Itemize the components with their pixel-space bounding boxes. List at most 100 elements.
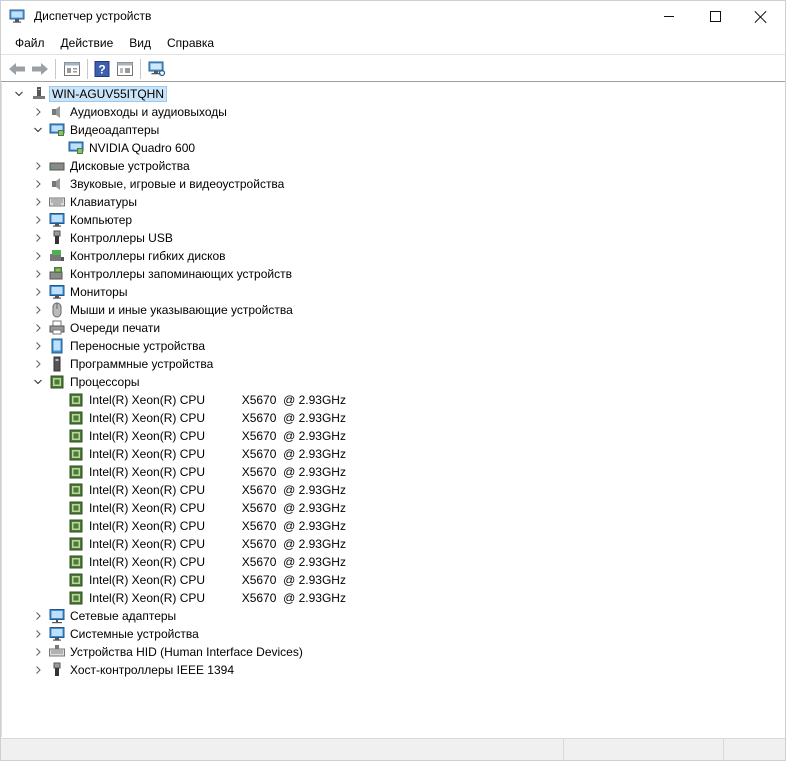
tree-category-node[interactable]: Контроллеры гибких дисков bbox=[2, 247, 502, 265]
expand-arrow-icon[interactable] bbox=[33, 251, 43, 261]
tree-device-node[interactable]: Intel(R) Xeon(R) CPU X5670 @ 2.93GHz bbox=[2, 553, 502, 571]
back-icon bbox=[9, 63, 25, 75]
tree-device-node[interactable]: Intel(R) Xeon(R) CPU X5670 @ 2.93GHz bbox=[2, 391, 502, 409]
expand-arrow-icon[interactable] bbox=[33, 647, 43, 657]
menu-bar: Файл Действие Вид Справка bbox=[1, 32, 785, 54]
expand-arrow-icon[interactable] bbox=[33, 611, 43, 621]
tree-category-label: Устройства HID (Human Interface Devices) bbox=[70, 645, 303, 659]
monitor-icon bbox=[49, 285, 65, 299]
device-manager-app-icon bbox=[9, 9, 25, 23]
device-tree[interactable]: WIN-AGUV55ITQHN Аудиовходы и аудиовыходы… bbox=[1, 83, 785, 737]
properties-icon bbox=[64, 62, 80, 76]
processor-icon bbox=[50, 375, 64, 389]
tree-category-label: Контроллеры запоминающих устройств bbox=[70, 267, 292, 281]
maximize-button[interactable] bbox=[692, 1, 738, 32]
cpu-child-icon bbox=[69, 447, 83, 461]
expand-arrow-icon[interactable] bbox=[33, 233, 43, 243]
tree-category-node[interactable]: Аудиовходы и аудиовыходы bbox=[2, 103, 502, 121]
tree-device-node[interactable]: Intel(R) Xeon(R) CPU X5670 @ 2.93GHz bbox=[2, 535, 502, 553]
tree-category-node[interactable]: Системные устройства bbox=[2, 625, 502, 643]
scan-hardware-button[interactable] bbox=[146, 58, 168, 80]
expand-arrow-icon[interactable] bbox=[33, 629, 43, 639]
status-bar-pane bbox=[723, 739, 785, 761]
tree-category-node[interactable]: Клавиатуры bbox=[2, 193, 502, 211]
help-button[interactable]: ? bbox=[91, 58, 113, 80]
properties-button[interactable] bbox=[61, 58, 83, 80]
close-button[interactable] bbox=[738, 1, 784, 32]
tree-device-label: Intel(R) Xeon(R) CPU X5670 @ 2.93GHz bbox=[89, 429, 346, 443]
tree-category-label: Мониторы bbox=[70, 285, 128, 299]
tree-category-node[interactable]: Хост-контроллеры IEEE 1394 bbox=[2, 661, 502, 679]
tree-category-label: Программные устройства bbox=[70, 357, 214, 371]
tree-category-label: Звуковые, игровые и видеоустройства bbox=[70, 177, 285, 191]
tree-device-node[interactable]: Intel(R) Xeon(R) CPU X5670 @ 2.93GHz bbox=[2, 571, 502, 589]
update-driver-button[interactable] bbox=[114, 58, 136, 80]
tree-device-node[interactable]: Intel(R) Xeon(R) CPU X5670 @ 2.93GHz bbox=[2, 481, 502, 499]
tree-category-label: Дисковые устройства bbox=[70, 159, 190, 173]
tree-category-node[interactable]: Контроллеры USB bbox=[2, 229, 502, 247]
minimize-button[interactable] bbox=[646, 1, 692, 32]
collapse-arrow-icon[interactable] bbox=[33, 377, 43, 387]
expand-arrow-icon[interactable] bbox=[33, 197, 43, 207]
tree-category-node[interactable]: Компьютер bbox=[2, 211, 502, 229]
menu-help[interactable]: Справка bbox=[159, 32, 222, 54]
tree-category-label: Мыши и иные указывающие устройства bbox=[70, 303, 293, 317]
tree-category-node[interactable]: Дисковые устройства bbox=[2, 157, 502, 175]
system-device-icon bbox=[49, 627, 65, 641]
expand-arrow-icon[interactable] bbox=[33, 341, 43, 351]
tree-device-label: Intel(R) Xeon(R) CPU X5670 @ 2.93GHz bbox=[89, 465, 346, 479]
menu-view[interactable]: Вид bbox=[121, 32, 159, 54]
menu-file[interactable]: Файл bbox=[7, 32, 53, 54]
back-button[interactable] bbox=[6, 58, 28, 80]
forward-button[interactable] bbox=[29, 58, 51, 80]
expand-arrow-icon[interactable] bbox=[33, 665, 43, 675]
sound-icon bbox=[52, 178, 60, 190]
tree-category-node[interactable]: Видеоадаптеры bbox=[2, 121, 502, 139]
tree-category-label: Переносные устройства bbox=[70, 339, 206, 353]
tree-category-node[interactable]: Звуковые, игровые и видеоустройства bbox=[2, 175, 502, 193]
cpu-child-icon bbox=[69, 573, 83, 587]
tree-category-node[interactable]: Переносные устройства bbox=[2, 337, 502, 355]
cpu-child-icon bbox=[69, 411, 83, 425]
status-bar bbox=[1, 738, 785, 761]
title-bar[interactable]: Диспетчер устройств bbox=[1, 1, 785, 32]
window-title: Диспетчер устройств bbox=[34, 9, 152, 23]
expand-arrow-icon[interactable] bbox=[33, 107, 43, 117]
expand-arrow-icon[interactable] bbox=[33, 359, 43, 369]
tree-category-node[interactable]: Программные устройства bbox=[2, 355, 502, 373]
expand-arrow-icon[interactable] bbox=[33, 215, 43, 225]
tree-category-node[interactable]: Устройства HID (Human Interface Devices) bbox=[2, 643, 502, 661]
gpu-child-icon bbox=[68, 141, 84, 154]
collapse-arrow-icon[interactable] bbox=[33, 125, 43, 135]
tree-category-node[interactable]: Контроллеры запоминающих устройств bbox=[2, 265, 502, 283]
expand-arrow-icon[interactable] bbox=[33, 305, 43, 315]
tree-category-node[interactable]: Сетевые адаптеры bbox=[2, 607, 502, 625]
tree-root-label: WIN-AGUV55ITQHN bbox=[49, 86, 168, 102]
tree-category-label: Клавиатуры bbox=[70, 195, 137, 209]
tree-device-node[interactable]: NVIDIA Quadro 600 bbox=[2, 139, 502, 157]
expand-arrow-icon[interactable] bbox=[33, 161, 43, 171]
expand-arrow-icon[interactable] bbox=[33, 269, 43, 279]
tree-category-label: Компьютер bbox=[70, 213, 133, 227]
tree-category-label: Системные устройства bbox=[70, 627, 199, 641]
menu-action[interactable]: Действие bbox=[53, 32, 122, 54]
tree-device-node[interactable]: Intel(R) Xeon(R) CPU X5670 @ 2.93GHz bbox=[2, 427, 502, 445]
collapse-arrow-icon[interactable] bbox=[14, 89, 24, 99]
tree-category-node[interactable]: Процессоры bbox=[2, 373, 502, 391]
tree-category-node[interactable]: Очереди печати bbox=[2, 319, 502, 337]
tree-device-node[interactable]: Intel(R) Xeon(R) CPU X5670 @ 2.93GHz bbox=[2, 589, 502, 607]
expand-arrow-icon[interactable] bbox=[33, 179, 43, 189]
tree-device-node[interactable]: Intel(R) Xeon(R) CPU X5670 @ 2.93GHz bbox=[2, 517, 502, 535]
toolbar: ? bbox=[1, 54, 785, 82]
expand-arrow-icon[interactable] bbox=[33, 323, 43, 333]
tree-device-node[interactable]: Intel(R) Xeon(R) CPU X5670 @ 2.93GHz bbox=[2, 463, 502, 481]
tree-category-node[interactable]: Мониторы bbox=[2, 283, 502, 301]
tree-device-node[interactable]: Intel(R) Xeon(R) CPU X5670 @ 2.93GHz bbox=[2, 445, 502, 463]
expand-arrow-icon[interactable] bbox=[33, 287, 43, 297]
tree-category-node[interactable]: Мыши и иные указывающие устройства bbox=[2, 301, 502, 319]
tree-device-node[interactable]: Intel(R) Xeon(R) CPU X5670 @ 2.93GHz bbox=[2, 499, 502, 517]
scan-hardware-icon bbox=[148, 61, 166, 77]
cpu-child-icon bbox=[69, 555, 83, 569]
tree-device-node[interactable]: Intel(R) Xeon(R) CPU X5670 @ 2.93GHz bbox=[2, 409, 502, 427]
tree-root-node[interactable]: WIN-AGUV55ITQHN bbox=[2, 85, 202, 103]
